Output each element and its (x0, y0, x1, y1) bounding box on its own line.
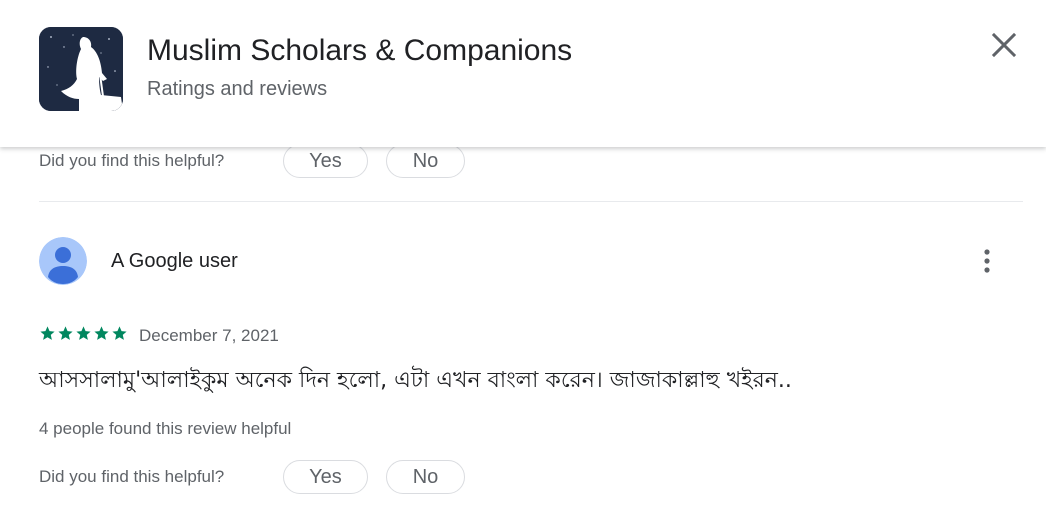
previous-review-helpful-row: Did you find this helpful? Yes No (39, 144, 469, 178)
review-helpful-row: Did you find this helpful? Yes No (39, 460, 469, 494)
star-icon (58, 326, 73, 340)
helpful-no-button[interactable]: No (386, 144, 465, 178)
default-user-avatar-icon (39, 237, 87, 285)
helpful-no-button[interactable]: No (386, 460, 465, 494)
dialog-subtitle: Ratings and reviews (147, 78, 328, 100)
helpful-yes-button[interactable]: Yes (283, 460, 368, 494)
helpful-count: 4 people found this review helpful (39, 419, 292, 438)
close-button[interactable] (988, 29, 1020, 61)
more-vert-icon (984, 249, 990, 273)
review-divider (39, 201, 1023, 202)
review-date: December 7, 2021 (139, 326, 279, 345)
more-options-button[interactable] (975, 247, 999, 275)
helpful-question: Did you find this helpful? (39, 467, 225, 486)
user-avatar (39, 237, 87, 285)
star-icon (94, 326, 109, 340)
helpful-question: Did you find this helpful? (39, 151, 225, 170)
star-icon (112, 326, 127, 340)
review-author: A Google user (111, 250, 238, 272)
app-icon (39, 27, 123, 111)
star-icon (76, 326, 91, 340)
review-text: আসসালামু'আলাইকুম অনেক দিন হলো, এটা এখন ব… (39, 368, 792, 393)
star-icon (40, 326, 55, 340)
close-icon (991, 32, 1017, 58)
dialog-header: Muslim Scholars & Companions Ratings and… (0, 0, 1046, 147)
star-rating (39, 325, 128, 343)
app-title: Muslim Scholars & Companions (147, 34, 573, 67)
helpful-yes-button[interactable]: Yes (283, 144, 368, 178)
